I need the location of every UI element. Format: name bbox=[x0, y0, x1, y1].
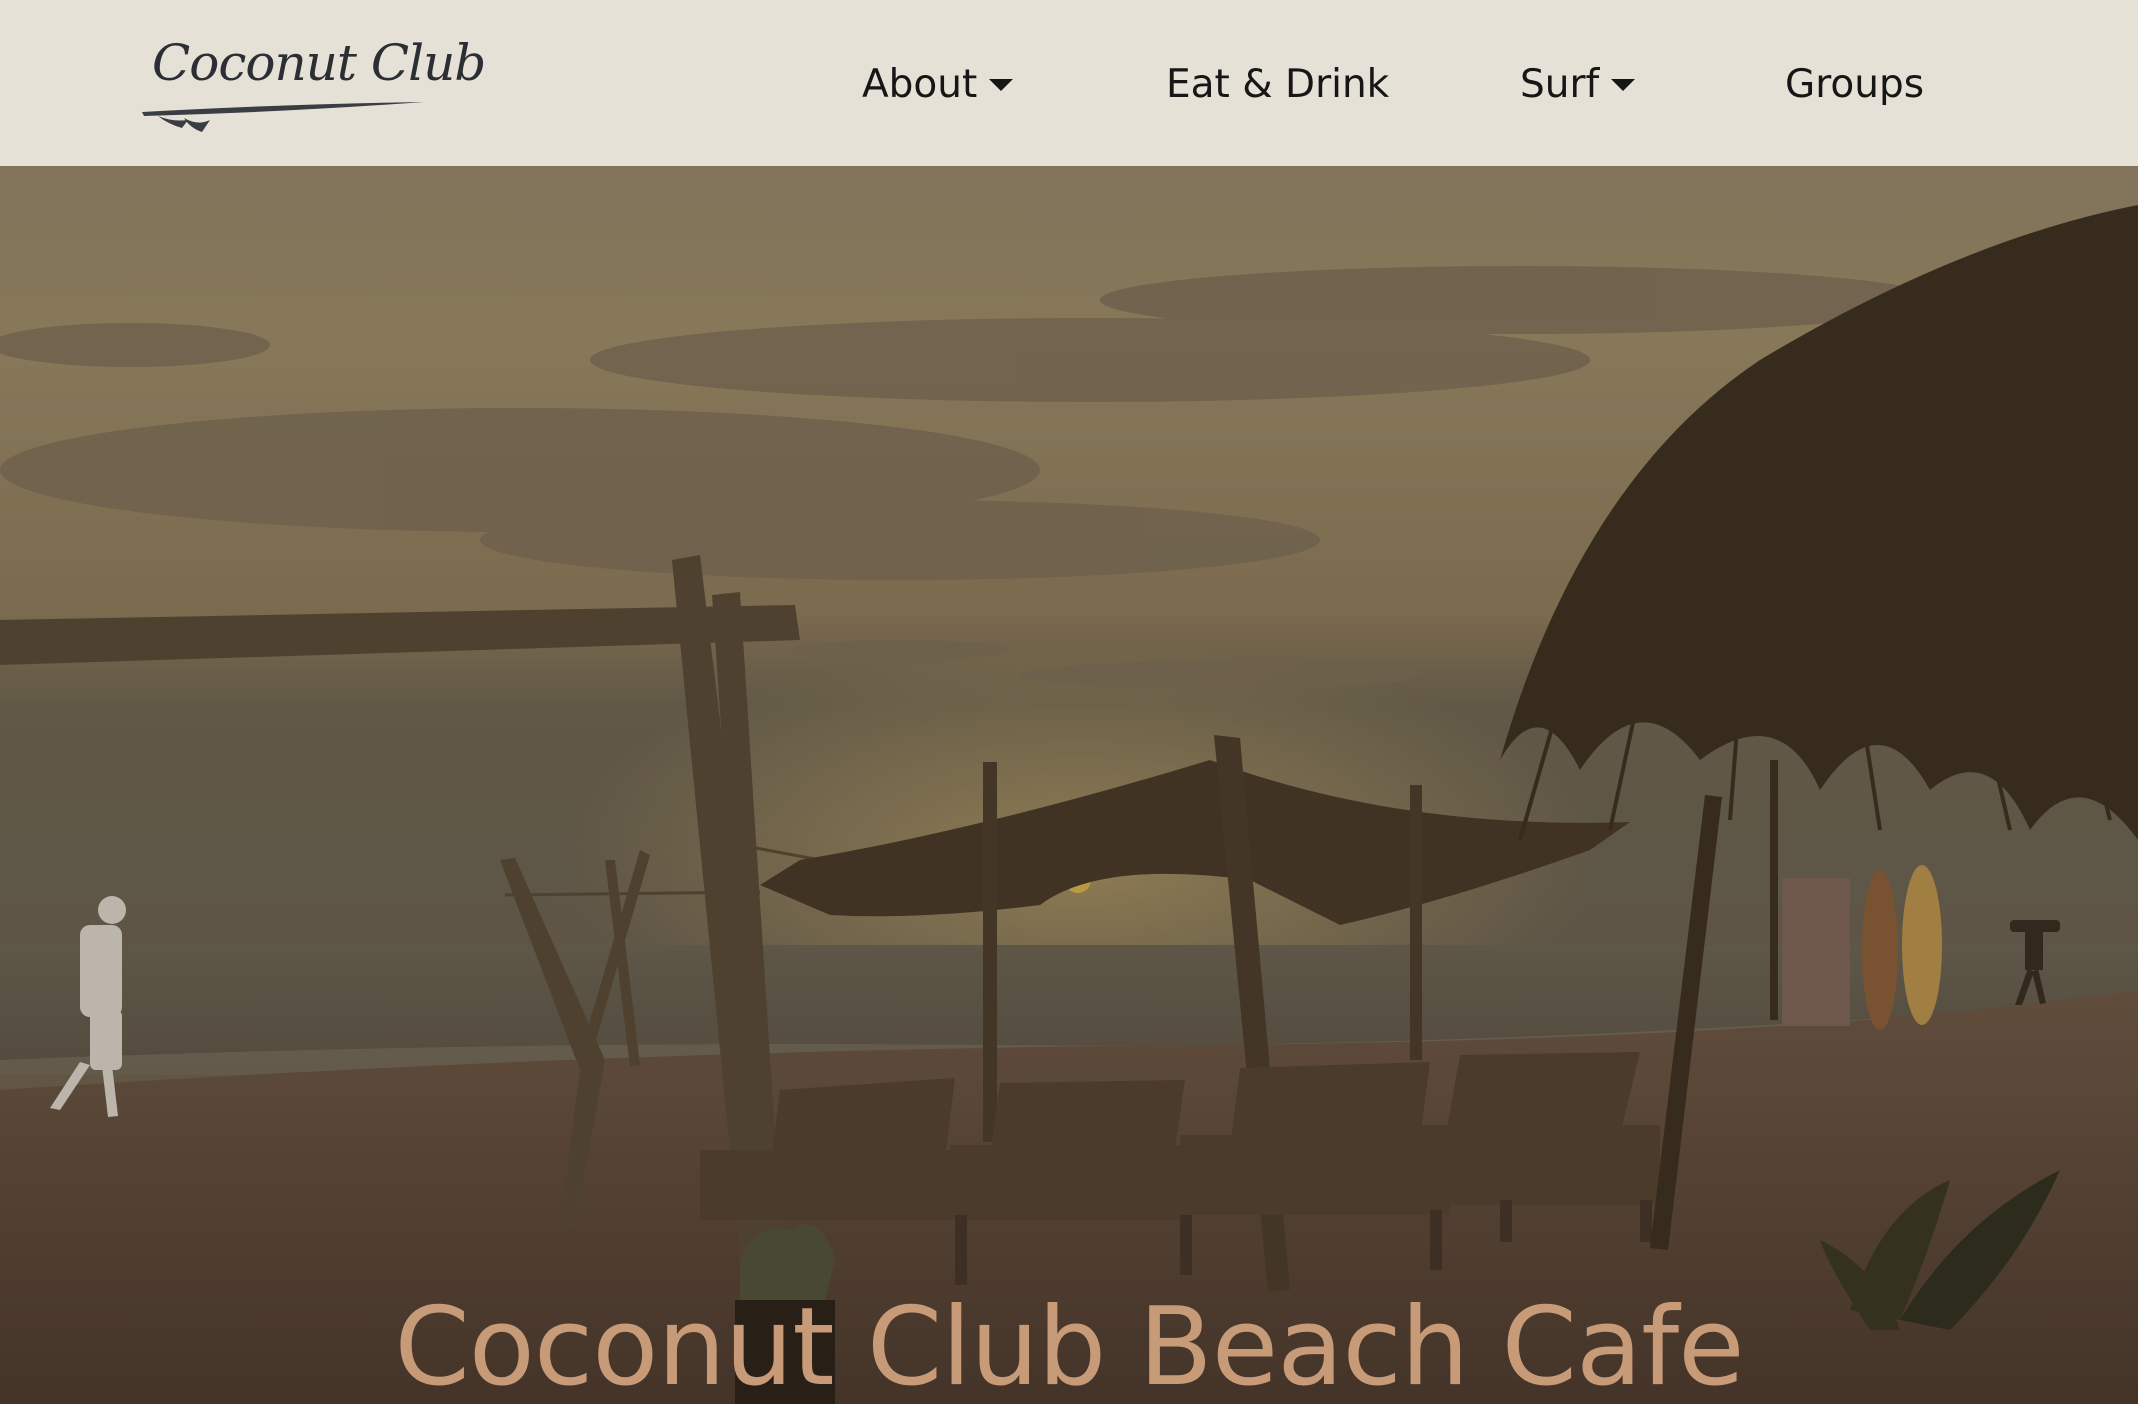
hero-section: Coconut Club Beach Cafe bbox=[0, 0, 2138, 1404]
caret-down-icon bbox=[1611, 79, 1636, 91]
nav-eat-drink[interactable]: Eat & Drink bbox=[1166, 56, 1389, 112]
surfboard-icon bbox=[142, 102, 424, 132]
coconut-club-logo[interactable]: Coconut Club bbox=[138, 34, 486, 134]
nav-surf[interactable]: Surf bbox=[1520, 56, 1636, 112]
caret-down-icon bbox=[989, 79, 1014, 91]
logo-wordmark: Coconut Club bbox=[152, 34, 486, 92]
nav-eat-drink-label: Eat & Drink bbox=[1166, 61, 1390, 107]
nav-surf-label: Surf bbox=[1520, 61, 1600, 107]
hero-title: Coconut Club Beach Cafe bbox=[394, 1285, 1744, 1404]
hero-beach-photo bbox=[0, 0, 2138, 1404]
nav-about-label: About bbox=[862, 61, 978, 107]
nav-groups[interactable]: Groups bbox=[1785, 56, 1924, 112]
nav-groups-label: Groups bbox=[1785, 61, 1925, 107]
site-header: Coconut Club About Eat & Drink Surf Grou… bbox=[0, 0, 2138, 166]
nav-about[interactable]: About bbox=[862, 56, 1014, 112]
